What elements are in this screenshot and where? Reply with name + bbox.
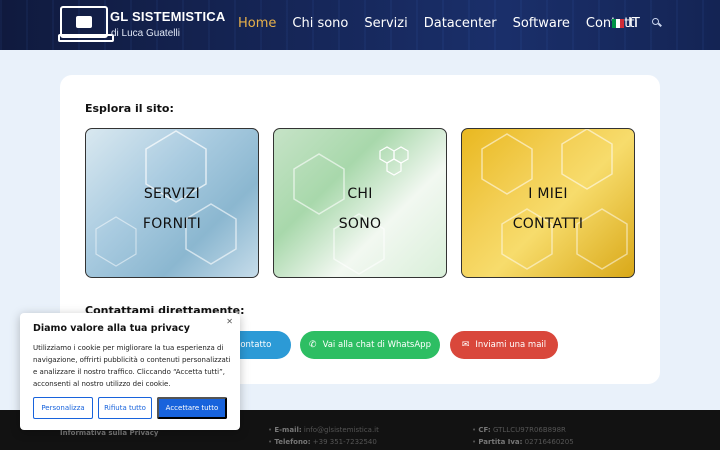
chip-icon xyxy=(76,16,92,28)
reject-all-button[interactable]: Rifiuta tutto xyxy=(98,397,152,419)
email-button[interactable]: ✉ Inviami una mail xyxy=(450,331,558,359)
nav-item-chi-sono[interactable]: Chi sono xyxy=(292,16,348,34)
footer-email: • E-mail: info@glsistemistica.it xyxy=(268,426,379,434)
tile-label: CHI SONO xyxy=(274,179,446,239)
phone-label: Telefono: xyxy=(274,438,311,446)
piva-label: Partita Iva: xyxy=(478,438,523,446)
tile-line: CONTATTI xyxy=(512,216,584,232)
site-header: GL SISTEMISTICA di Luca Guatelli Home Ch… xyxy=(0,0,720,50)
nav-item-software[interactable]: Software xyxy=(513,16,570,34)
cookie-consent-banner: ✕ Diamo valore alla tua privacy Utilizzi… xyxy=(20,313,240,430)
tile-line: FORNITI xyxy=(142,216,202,232)
footer-piva: • Partita Iva: 02716460205 xyxy=(472,438,574,446)
nav-item-servizi[interactable]: Servizi xyxy=(364,16,407,34)
email-value[interactable]: info@glsistemistica.it xyxy=(304,426,379,434)
mail-icon: ✉ xyxy=(461,340,470,350)
italy-flag-icon xyxy=(612,19,624,28)
whatsapp-icon: ✆ xyxy=(309,340,317,350)
search-icon[interactable] xyxy=(652,18,661,27)
close-icon[interactable]: ✕ xyxy=(226,317,233,326)
language-label: IT xyxy=(628,16,640,31)
email-label: E-mail: xyxy=(274,426,302,434)
whatsapp-button[interactable]: ✆ Vai alla chat di WhatsApp xyxy=(300,331,440,359)
cf-label: CF: xyxy=(478,426,491,434)
email-button-label: Inviami una mail xyxy=(475,340,547,350)
logo-title: GL SISTEMISTICA xyxy=(110,9,226,24)
nav-item-datacenter[interactable]: Datacenter xyxy=(424,16,497,34)
cf-value: GTLLCU97R06B898R xyxy=(492,426,566,434)
main-nav: Home Chi sono Servizi Datacenter Softwar… xyxy=(238,16,654,34)
customize-button[interactable]: Personalizza xyxy=(33,397,93,419)
piva-value: 02716460205 xyxy=(524,438,574,446)
nav-item-home[interactable]: Home xyxy=(238,16,276,34)
tile-line: I MIEI xyxy=(528,186,568,202)
footer-phone: • Telefono: +39 351-7232540 xyxy=(268,438,377,446)
privacy-link-label: Informativa sulla Privacy xyxy=(60,429,159,437)
logo-subtitle: di Luca Guatelli xyxy=(111,28,180,39)
tile-label: SERVIZI FORNITI xyxy=(86,179,258,239)
tile-chi-sono[interactable]: CHI SONO xyxy=(273,128,447,278)
tile-line: SONO xyxy=(338,216,382,232)
site-logo[interactable]: GL SISTEMISTICA di Luca Guatelli xyxy=(58,6,225,44)
whatsapp-button-label: Vai alla chat di WhatsApp xyxy=(322,340,431,350)
tile-i-miei-contatti[interactable]: I MIEI CONTATTI xyxy=(461,128,635,278)
call-button-label: contatto xyxy=(235,340,272,350)
privacy-link[interactable]: Informativa sulla Privacy xyxy=(60,429,158,437)
tile-line: SERVIZI xyxy=(143,186,201,202)
tile-label: I MIEI CONTATTI xyxy=(462,179,634,239)
explore-heading: Esplora il sito: xyxy=(85,102,174,115)
laptop-icon xyxy=(58,6,114,42)
accept-all-button[interactable]: Accettare tutto xyxy=(157,397,227,419)
phone-value[interactable]: +39 351-7232540 xyxy=(313,438,377,446)
tile-servizi-forniti[interactable]: SERVIZI FORNITI xyxy=(85,128,259,278)
cookie-description: Utilizziamo i cookie per migliorare la t… xyxy=(33,344,231,388)
language-switcher[interactable]: IT xyxy=(612,16,640,31)
cookie-title: Diamo valore alla tua privacy xyxy=(33,323,190,334)
footer-cf: • CF: GTLLCU97R06B898R xyxy=(472,426,566,434)
tile-line: CHI xyxy=(347,186,373,202)
